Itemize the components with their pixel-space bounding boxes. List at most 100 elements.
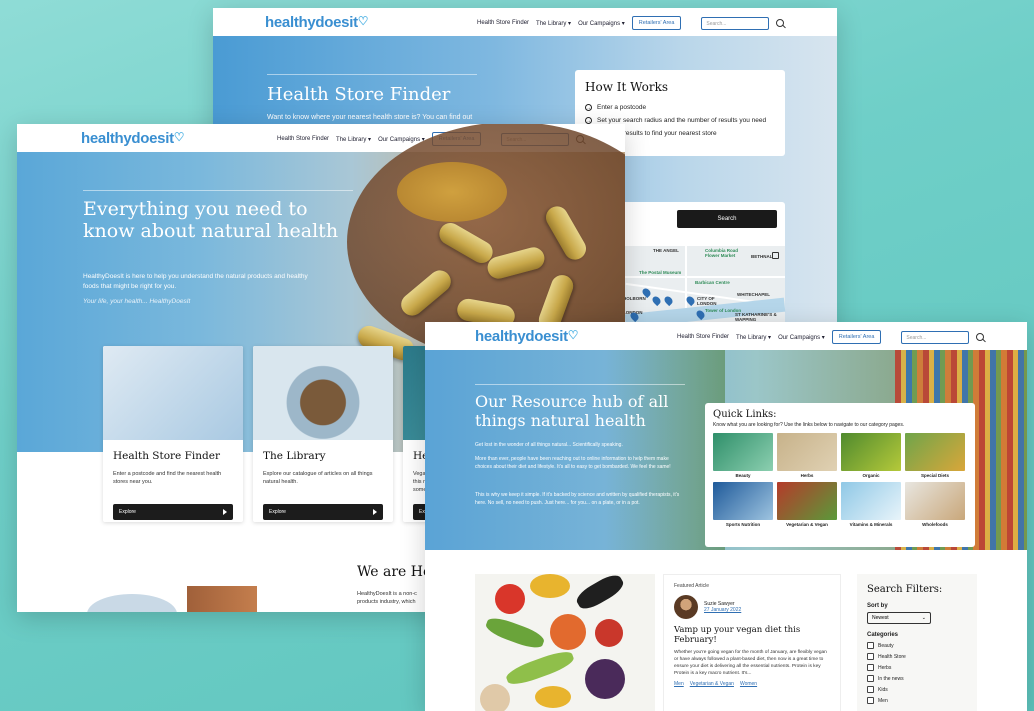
categories-label: Categories xyxy=(867,632,899,638)
divider xyxy=(83,190,353,191)
card-title: The Library xyxy=(263,450,326,462)
uk-map-image xyxy=(103,346,243,440)
arrow-right-icon: → xyxy=(585,104,592,111)
arrow-right-icon: → xyxy=(585,117,592,124)
map-label: WHITECHAPEL xyxy=(737,292,770,297)
nav-library[interactable]: The Library ▾ xyxy=(336,136,371,143)
nav-health-store-finder[interactable]: Health Store Finder xyxy=(677,334,729,340)
map-label: Columbia Road Flower Market xyxy=(705,248,739,258)
step-item: → Enter a postcode xyxy=(585,104,647,111)
quick-link-vitamins-minerals[interactable]: Vitamins & Minerals xyxy=(841,482,901,527)
retailers-area-button[interactable]: Retailers' Area xyxy=(631,16,682,30)
explore-button[interactable]: Explore xyxy=(263,504,383,520)
nav-library[interactable]: The Library ▾ xyxy=(536,20,571,27)
quick-link-vegetarian-vegan[interactable]: Vegetarian & Vegan xyxy=(777,482,837,527)
card-library[interactable]: The Library Explore our catalogue of art… xyxy=(253,346,393,522)
logo[interactable]: healthydoesit♡ xyxy=(81,129,185,147)
how-it-works-title: How It Works xyxy=(585,80,669,94)
play-arrow-icon xyxy=(373,509,377,515)
quick-link-beauty[interactable]: Beauty xyxy=(713,433,773,478)
quick-link-sports-nutrition[interactable]: Sports Nutrition xyxy=(713,482,773,527)
library-screenshot: healthydoesit♡ Health Store Finder The L… xyxy=(425,322,1027,711)
category-checkbox[interactable]: Kids xyxy=(867,686,967,693)
heart-icon: ♡ xyxy=(357,13,369,28)
card-title: Health Store Finder xyxy=(113,450,220,462)
map-label: BETHNAL xyxy=(751,254,773,259)
chevron-down-icon: ⌄ xyxy=(921,615,926,621)
nav-health-store-finder[interactable]: Health Store Finder xyxy=(477,20,529,26)
heart-icon: ♡ xyxy=(173,129,185,144)
page-title: Health Store Finder xyxy=(267,84,451,105)
filters-title: Search Filters: xyxy=(867,584,943,595)
navbar: healthydoesit♡ Health Store Finder The L… xyxy=(425,322,1027,350)
category-checkbox[interactable]: Beauty xyxy=(867,642,967,649)
quick-link-herbs[interactable]: Herbs xyxy=(777,433,837,478)
quick-link-wholefoods[interactable]: Wholefoods xyxy=(905,482,965,527)
map-label: ST KATHARINE'S & WAPPING xyxy=(735,312,777,322)
navbar: healthydoesit♡ Health Store Finder The L… xyxy=(213,8,837,36)
sort-label: Sort by xyxy=(867,603,888,609)
fullscreen-icon[interactable] xyxy=(772,252,779,259)
article-title[interactable]: Vamp up your vegan diet this February! xyxy=(674,625,830,645)
search-button[interactable]: Search xyxy=(677,210,777,228)
about-heading: We are He xyxy=(357,564,432,580)
category-checkbox[interactable]: Health Store xyxy=(867,653,967,660)
tag-link[interactable]: Women xyxy=(740,681,757,687)
tag-link[interactable]: Vegetarian & Vegan xyxy=(690,681,734,687)
nav-links: Health Store Finder The Library ▾ Our Ca… xyxy=(477,16,785,30)
quick-link-organic[interactable]: Organic xyxy=(841,433,901,478)
map-pin-icon[interactable] xyxy=(662,294,675,307)
search-icon[interactable] xyxy=(776,19,785,27)
map-pin-icon[interactable] xyxy=(650,294,663,307)
page-title: Our Resource hub of all things natural h… xyxy=(475,392,669,430)
quick-links-sub: Know what you are looking for? Use the l… xyxy=(713,422,905,428)
category-checkbox[interactable]: Men xyxy=(867,697,967,704)
page-title: Everything you need to know about natura… xyxy=(83,198,339,242)
card-desc: Enter a postcode and find the nearest he… xyxy=(113,471,222,485)
article-tags: Men Vegetarian & Vegan Women xyxy=(674,681,830,687)
cinnamon-image xyxy=(187,586,257,612)
search-input[interactable]: Search... xyxy=(901,330,970,344)
explore-button[interactable]: Explore xyxy=(113,504,233,520)
map-label: THE ANGEL xyxy=(653,248,679,253)
featured-article-card[interactable]: Featured Article Suzie Sawyer 27 January… xyxy=(663,574,841,711)
search-filters-panel: Search Filters: Sort by Newest ⌄ Categori… xyxy=(857,574,977,711)
category-checkbox[interactable]: Herbs xyxy=(867,664,967,671)
quick-links-title: Quick Links: xyxy=(713,409,777,420)
featured-article-image[interactable] xyxy=(475,574,655,711)
map-label: CITY OF LONDON xyxy=(697,296,717,306)
library-intro-1: Get lost in the wonder of all things nat… xyxy=(475,442,623,448)
divider xyxy=(475,384,685,385)
featured-label: Featured Article xyxy=(674,583,710,589)
quick-links-card: Quick Links: Know what you are looking f… xyxy=(705,403,975,547)
library-intro-2: More than ever, people have been reachin… xyxy=(475,456,671,470)
sort-select[interactable]: Newest ⌄ xyxy=(867,612,931,624)
heart-icon: ♡ xyxy=(567,327,579,342)
spice-powder xyxy=(397,162,507,222)
nav-campaigns[interactable]: Our Campaigns ▾ xyxy=(578,20,625,27)
article-excerpt: Whether you're going vegan for the month… xyxy=(674,650,827,676)
nav-library[interactable]: The Library ▾ xyxy=(736,334,771,341)
author-row: Suzie Sawyer 27 January 2022 xyxy=(674,595,830,619)
library-hero: Our Resource hub of all things natural h… xyxy=(425,350,1027,550)
library-intro-3: This is why we keep it simple. If it's b… xyxy=(475,492,680,506)
tag-link[interactable]: Men xyxy=(674,681,684,687)
logo[interactable]: healthydoesit♡ xyxy=(265,13,369,31)
nav-campaigns[interactable]: Our Campaigns ▾ xyxy=(378,136,425,143)
card-health-store-finder[interactable]: Health Store Finder Enter a postcode and… xyxy=(103,346,243,522)
nav-links: Health Store Finder The Library ▾ Our Ca… xyxy=(677,330,985,344)
step-item: → Set your search radius and the number o… xyxy=(585,117,767,124)
quick-link-special-diets[interactable]: Special Diets xyxy=(905,433,965,478)
quick-links-grid: Beauty Herbs Organic Special Diets Sport… xyxy=(713,433,967,527)
search-icon[interactable] xyxy=(976,333,985,341)
search-input[interactable]: Search... xyxy=(701,16,770,30)
logo[interactable]: healthydoesit♡ xyxy=(475,327,579,345)
map-label: The Postal Museum xyxy=(639,270,682,275)
category-checkbox[interactable]: In the news xyxy=(867,675,967,682)
nav-campaigns[interactable]: Our Campaigns ▾ xyxy=(778,334,825,341)
divider xyxy=(267,74,477,75)
article-date[interactable]: 27 January 2022 xyxy=(704,607,741,613)
nav-health-store-finder[interactable]: Health Store Finder xyxy=(277,136,329,142)
retailers-area-button[interactable]: Retailers' Area xyxy=(831,330,882,344)
home-intro: HealthyDoesIt is here to help you unders… xyxy=(83,273,308,290)
